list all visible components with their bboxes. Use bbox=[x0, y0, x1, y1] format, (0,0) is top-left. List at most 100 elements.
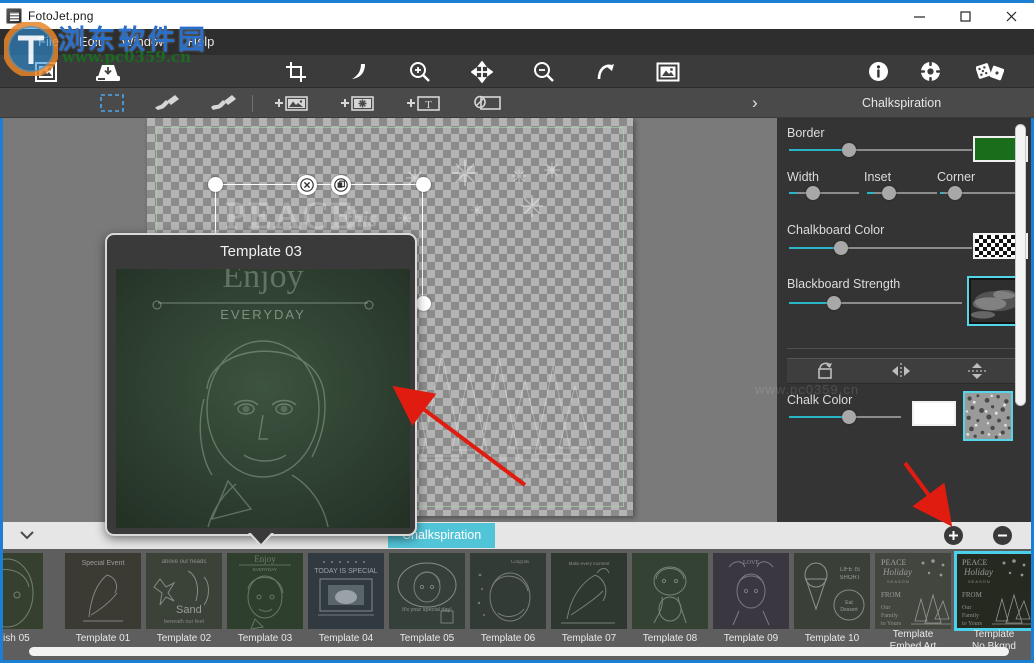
template-thumbnail[interactable]: above our heads Sand beneath our feet bbox=[146, 553, 222, 629]
svg-text:Eat: Eat bbox=[845, 600, 853, 606]
svg-text:Family: Family bbox=[881, 613, 898, 619]
effects-icon[interactable] bbox=[968, 55, 1012, 88]
close-selection-button[interactable] bbox=[297, 175, 317, 195]
border-slider[interactable] bbox=[789, 143, 972, 157]
svg-text:TODAY IS SPECIAL: TODAY IS SPECIAL bbox=[314, 568, 378, 575]
corner-slider[interactable] bbox=[940, 186, 1020, 200]
template-thumbnail[interactable] bbox=[632, 553, 708, 629]
template-thumbnail[interactable]: It's your special day! bbox=[389, 553, 465, 629]
brush-add-icon[interactable] bbox=[148, 88, 188, 118]
svg-text:Our: Our bbox=[881, 605, 890, 611]
template-thumbnail-label: Template 07 bbox=[544, 633, 634, 645]
template-thumbnail[interactable]: Make every moment bbox=[551, 553, 627, 629]
menu-window[interactable]: Window bbox=[111, 29, 177, 55]
add-sticker-icon[interactable] bbox=[338, 88, 378, 118]
template-thumbnail[interactable] bbox=[0, 553, 43, 629]
template-thumbnail-label: Template 02 bbox=[139, 633, 229, 645]
svg-text:beneath our feet: beneath our feet bbox=[164, 619, 205, 625]
template-thumbnail[interactable]: LIFE ISSHORTEatDessert bbox=[794, 553, 870, 629]
remove-tab-button[interactable] bbox=[993, 526, 1012, 545]
chalk-color-swatch[interactable] bbox=[912, 401, 956, 426]
label-line-1: Template bbox=[949, 629, 1034, 641]
flip-horizontal-button[interactable] bbox=[863, 359, 939, 383]
border-label: Border bbox=[787, 126, 825, 140]
menu-bar: File Edit Window Help bbox=[0, 29, 1034, 55]
thumbnail-scrollbar-thumb[interactable] bbox=[29, 647, 1009, 656]
chalk-color-slider[interactable] bbox=[789, 410, 901, 424]
menu-help[interactable]: Help bbox=[178, 29, 225, 55]
curve-tool-icon[interactable] bbox=[336, 55, 380, 88]
svg-text:to Yours: to Yours bbox=[881, 621, 902, 627]
minimize-button[interactable] bbox=[896, 3, 942, 29]
info-icon[interactable] bbox=[856, 55, 900, 88]
template-thumbnail-label: Template 10 bbox=[787, 633, 877, 645]
app-icon bbox=[6, 8, 22, 24]
maximize-button[interactable] bbox=[942, 3, 988, 29]
template-thumbnail[interactable]: Special Event bbox=[65, 553, 141, 629]
close-button[interactable] bbox=[988, 3, 1034, 29]
add-tab-button[interactable] bbox=[944, 526, 963, 545]
zoom-out-icon[interactable] bbox=[522, 55, 566, 88]
resize-handle-bottom-right[interactable] bbox=[416, 296, 431, 311]
chalkboard-color-label: Chalkboard Color bbox=[787, 223, 884, 237]
resize-handle-top-left[interactable] bbox=[208, 177, 223, 192]
width-slider[interactable] bbox=[789, 186, 859, 200]
selection-marquee-icon[interactable] bbox=[92, 88, 132, 118]
fit-image-icon[interactable] bbox=[646, 55, 690, 88]
move-tool-icon[interactable] bbox=[460, 55, 504, 88]
svg-text:SEASON: SEASON bbox=[887, 579, 910, 584]
template-thumbnail-selected[interactable]: PEACEHolidaySEASONFROMOurFamilyto Yours bbox=[956, 553, 1032, 629]
toolbar-divider bbox=[252, 95, 253, 112]
svg-text:Enjoy: Enjoy bbox=[254, 554, 276, 564]
template-thumbnail-label: Template 06 bbox=[463, 633, 553, 645]
template-thumbnail-label: Template 04 bbox=[301, 633, 391, 645]
zoom-in-icon[interactable] bbox=[398, 55, 442, 88]
crop-icon[interactable] bbox=[274, 55, 318, 88]
svg-text:Sand: Sand bbox=[176, 604, 202, 616]
svg-text:above our heads: above our heads bbox=[162, 559, 207, 565]
save-image-icon[interactable] bbox=[86, 55, 130, 88]
svg-text:Our: Our bbox=[962, 605, 971, 611]
inset-slider[interactable] bbox=[867, 186, 937, 200]
chalk-color-label: Chalk Color bbox=[787, 393, 852, 407]
template-thumbnail[interactable]: PEACEHolidaySEASONFROMOurFamilyto Yours bbox=[875, 553, 951, 629]
chalk-texture-swatch[interactable] bbox=[963, 391, 1013, 441]
inset-label: Inset bbox=[864, 170, 891, 184]
eraser-icon[interactable] bbox=[204, 88, 244, 118]
resize-handle-top-right[interactable] bbox=[416, 177, 431, 192]
template-thumbnail[interactable]: TODAY IS SPECIAL bbox=[308, 553, 384, 629]
template-thumbnail[interactable]: EnjoyEVERYDAY bbox=[227, 553, 303, 629]
svg-text:LIFE IS: LIFE IS bbox=[840, 567, 860, 573]
menu-edit[interactable]: Edit bbox=[69, 29, 111, 55]
blackboard-strength-slider[interactable] bbox=[789, 296, 962, 310]
label-line-1: Template bbox=[868, 629, 958, 641]
title-bar: FotoJet.png bbox=[0, 0, 1034, 29]
panel-scrollbar-thumb[interactable] bbox=[1015, 124, 1026, 406]
corner-label: Corner bbox=[937, 170, 975, 184]
template-thumbnail-label: Template 03 bbox=[220, 633, 310, 645]
settings-icon[interactable] bbox=[908, 55, 952, 88]
blackboard-strength-label: Blackboard Strength bbox=[787, 277, 900, 291]
flip-vertical-button[interactable] bbox=[939, 359, 1015, 383]
redo-icon[interactable] bbox=[584, 55, 628, 88]
add-image-icon[interactable] bbox=[272, 88, 312, 118]
rotate-button[interactable] bbox=[787, 359, 863, 383]
svg-text:SHORT: SHORT bbox=[840, 575, 861, 581]
toolbar-group-label: Chalkspiration bbox=[862, 88, 941, 118]
duplicate-selection-button[interactable] bbox=[331, 175, 351, 195]
template-thumbnail-label: Template 05 bbox=[382, 633, 472, 645]
primary-toolbar bbox=[0, 55, 1034, 88]
svg-text:Holiday: Holiday bbox=[882, 567, 912, 577]
shape-tool-icon[interactable] bbox=[468, 88, 508, 118]
chalkboard-color-slider[interactable] bbox=[789, 241, 972, 255]
menu-file[interactable]: File bbox=[28, 29, 69, 55]
expand-chevron-icon[interactable]: › bbox=[752, 88, 758, 118]
template-thumbnail-strip[interactable]: Flourish 05 Special Event Template 01 ab… bbox=[0, 549, 1034, 663]
tooltip-preview-image: Enjoy EVERYDAY bbox=[116, 269, 410, 528]
open-image-icon[interactable] bbox=[24, 55, 68, 88]
template-thumbnail-label: Template 01 bbox=[58, 633, 148, 645]
chevron-down-icon[interactable] bbox=[13, 522, 41, 549]
template-thumbnail[interactable]: Congrats bbox=[470, 553, 546, 629]
add-text-icon[interactable]: T bbox=[404, 88, 444, 118]
template-thumbnail[interactable]: LOVE bbox=[713, 553, 789, 629]
